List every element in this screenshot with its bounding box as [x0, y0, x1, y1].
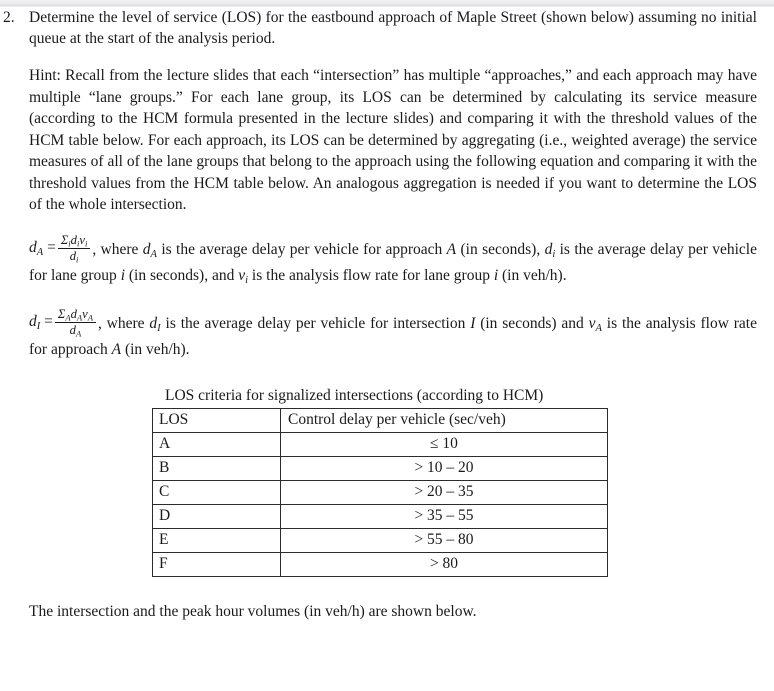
header-control-delay: Control delay per vehicle (sec/veh) — [280, 407, 608, 433]
approach-fraction-denominator: di — [58, 249, 91, 264]
approach-inline-d-1: d — [142, 240, 151, 258]
approach-den-d-subscript: i — [76, 254, 79, 265]
approach-fraction-numerator: Σidivi — [57, 233, 91, 249]
intersection-symbol-A: A — [111, 341, 122, 359]
question-item: 2. Determine the level of service (LOS) … — [0, 7, 774, 49]
spacer-table — [0, 361, 774, 386]
hint-paragraph: Hint: Recall from the lecture slides tha… — [29, 67, 757, 213]
approach-equation-lhs: dA = — [29, 237, 56, 263]
table-row: D > 35 – 55 — [152, 503, 608, 529]
cell-los: B — [152, 455, 281, 481]
intersection-equals-sign: = — [44, 312, 53, 330]
header-los: LOS — [152, 407, 281, 433]
cell-delay: > 35 – 55 — [280, 503, 608, 529]
approach-text-7: (in veh/h). — [498, 267, 567, 285]
table-row: A ≤ 10 — [152, 431, 608, 457]
cell-delay: > 80 — [280, 551, 608, 577]
approach-delay-equation-paragraph: dA = Σidivi di, where dA is the average de… — [0, 233, 774, 292]
spacer-closing — [0, 577, 774, 601]
document-page: 2. Determine the level of service (LOS) … — [0, 7, 774, 622]
intersection-delay-equation-paragraph: dI = ΣAdAvA dA, where dI is the average de… — [0, 307, 774, 361]
cell-delay: > 55 – 80 — [280, 527, 608, 553]
table-row: C > 20 – 35 — [152, 479, 608, 505]
intersection-text-1: , where — [97, 314, 150, 332]
closing-paragraph: The intersection and the peak hour volum… — [29, 602, 477, 620]
intersection-fraction-denominator: dA — [55, 323, 96, 338]
intersection-fraction-numerator: ΣAdAvA — [54, 307, 96, 323]
approach-fraction: Σidivi di — [57, 233, 91, 265]
approach-equals-sign: = — [47, 238, 56, 256]
spacer-hint — [0, 49, 774, 65]
intersection-text-5: (in veh/h). — [121, 341, 190, 359]
los-table-block: LOS criteria for signalized intersection… — [0, 386, 774, 577]
approach-text-5: (in seconds), and — [125, 267, 239, 285]
approach-text-2: is the average delay per vehicle for app… — [156, 240, 447, 258]
approach-text-1: , where — [92, 240, 143, 258]
intersection-inline-d: d — [149, 314, 158, 332]
cell-delay: ≤ 10 — [280, 431, 608, 457]
approach-d-subscript: A — [36, 246, 44, 258]
cell-delay: > 20 – 35 — [280, 479, 608, 505]
cell-delay: > 10 – 20 — [280, 455, 608, 481]
cell-los: C — [152, 479, 281, 505]
spacer-equation-2 — [0, 292, 774, 309]
cell-los: E — [152, 527, 281, 553]
intersection-text-3: (in seconds) and — [475, 314, 589, 332]
question-prompt: Determine the level of service (LOS) for… — [29, 9, 757, 47]
cell-los: A — [152, 431, 281, 457]
cell-los: D — [152, 503, 281, 529]
intersection-text-2: is the average delay per vehicle for int… — [160, 314, 471, 332]
table-row: B > 10 – 20 — [152, 455, 608, 481]
intersection-equation-lhs: dI = — [29, 311, 53, 337]
table-row: F > 80 — [152, 551, 608, 577]
intersection-d-subscript: I — [36, 320, 41, 332]
approach-d-symbol: d — [29, 238, 37, 256]
table-row: E > 55 – 80 — [152, 527, 608, 553]
approach-symbol-A: A — [446, 240, 457, 258]
table-header-row: LOS Control delay per vehicle (sec/veh) — [152, 407, 608, 433]
approach-text-6: is the analysis flow rate for lane group — [248, 267, 494, 285]
intersection-den-d-subscript: A — [75, 328, 82, 339]
spacer-equation-1 — [0, 216, 774, 235]
question-number: 2. — [3, 9, 15, 26]
intersection-fraction: ΣAdAvA dA — [54, 307, 96, 339]
approach-num-v-subscript: i — [84, 237, 88, 248]
los-table-caption: LOS criteria for signalized intersection… — [165, 386, 544, 404]
intersection-d-symbol: d — [29, 312, 37, 330]
scan-edge-band — [0, 0, 774, 7]
intersection-num-v-subscript: A — [87, 311, 93, 322]
cell-los: F — [152, 551, 281, 577]
approach-text-3: (in seconds), — [456, 240, 545, 258]
los-criteria-table: LOS Control delay per vehicle (sec/veh) … — [152, 407, 608, 577]
